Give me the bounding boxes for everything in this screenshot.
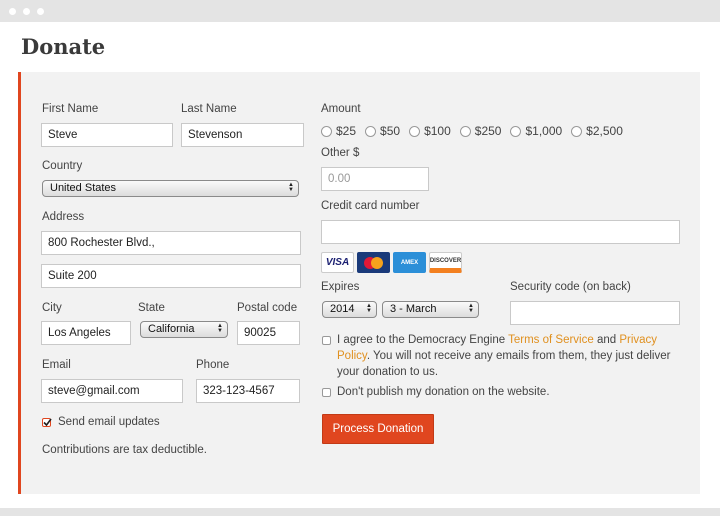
page-title: Donate xyxy=(21,34,106,59)
radio-icon xyxy=(409,125,421,137)
no-publish-checkbox[interactable] xyxy=(322,388,331,397)
radio-icon xyxy=(571,125,583,137)
expires-month-select[interactable]: 3 - March ▲ ▼ xyxy=(382,301,479,318)
visa-card-icon: VISA xyxy=(321,252,354,273)
amount-option-label: $50 xyxy=(380,124,401,138)
city-field[interactable]: Los Angeles xyxy=(41,321,131,345)
amount-option-100[interactable]: $100 xyxy=(409,124,451,138)
terms-of-service-link[interactable]: Terms of Service xyxy=(508,334,594,346)
window-titlebar xyxy=(0,0,720,22)
discover-card-icon: DISCOVER xyxy=(429,252,462,273)
credit-card-field[interactable] xyxy=(321,220,680,244)
phone-field[interactable]: 323-123-4567 xyxy=(196,379,300,403)
amount-option-label: $25 xyxy=(336,124,357,138)
amount-option-label: $2,500 xyxy=(586,124,623,138)
select-arrows-icon: ▲ ▼ xyxy=(468,303,474,314)
radio-icon xyxy=(365,125,377,137)
other-amount-label: Other $ xyxy=(321,147,360,159)
send-updates-checkbox[interactable] xyxy=(42,418,52,427)
expires-year-select[interactable]: 2014 ▲ ▼ xyxy=(322,301,377,318)
city-label: City xyxy=(42,302,62,314)
amount-label: Amount xyxy=(321,103,361,115)
first-name-label: First Name xyxy=(42,103,99,115)
select-arrows-icon: ▲ ▼ xyxy=(288,182,294,193)
country-select[interactable]: United States ▲ ▼ xyxy=(42,180,299,197)
security-code-field[interactable] xyxy=(510,301,680,325)
country-label: Country xyxy=(42,160,83,172)
amount-option-label: $100 xyxy=(424,124,451,138)
expires-year-value: 2014 xyxy=(330,303,355,315)
first-name-field[interactable]: Steve xyxy=(41,123,173,147)
select-arrows-icon: ▲ ▼ xyxy=(217,323,223,334)
address-label: Address xyxy=(42,211,85,223)
agree-and: and xyxy=(593,334,620,346)
window-dot-icon[interactable] xyxy=(37,8,44,15)
radio-icon xyxy=(459,125,471,137)
checkmark-icon xyxy=(43,418,52,427)
amount-option-label: $1,000 xyxy=(525,124,563,138)
other-amount-field[interactable]: 0.00 xyxy=(321,167,429,191)
amount-option-25[interactable]: $25 xyxy=(321,124,356,138)
agree-prefix: I agree to the Democracy Engine xyxy=(337,334,509,346)
phone-label: Phone xyxy=(196,359,230,371)
amex-card-icon: AMEX xyxy=(393,252,426,273)
credit-card-label: Credit card number xyxy=(321,200,420,212)
state-select-value: California xyxy=(148,323,195,335)
amount-option-2500[interactable]: $2,500 xyxy=(571,124,623,138)
address-line1-field[interactable]: 800 Rochester Blvd., xyxy=(41,231,301,255)
no-publish-label: Don't publish my donation on the website… xyxy=(337,386,550,398)
window-dot-icon[interactable] xyxy=(23,8,30,15)
last-name-label: Last Name xyxy=(181,103,237,115)
radio-icon xyxy=(321,125,332,137)
send-updates-label: Send email updates xyxy=(58,416,160,428)
amount-option-label: $250 xyxy=(474,124,502,138)
window-bottom-bar xyxy=(0,508,720,516)
amount-radio-group: $25 $50 $100 $250 $1,000 $2,500 xyxy=(321,124,632,138)
radio-icon xyxy=(510,125,522,137)
window-dot-icon[interactable] xyxy=(9,8,16,15)
mastercard-icon xyxy=(357,252,390,273)
security-code-label: Security code (on back) xyxy=(510,281,631,293)
postal-code-field[interactable]: 90025 xyxy=(237,321,300,345)
amount-option-50[interactable]: $50 xyxy=(365,124,400,138)
select-arrows-icon: ▲ ▼ xyxy=(366,303,372,314)
address-line2-field[interactable]: Suite 200 xyxy=(41,264,301,288)
process-donation-button[interactable]: Process Donation xyxy=(322,414,434,444)
accepted-cards: VISA AMEX DISCOVER xyxy=(321,252,465,273)
email-field[interactable]: steve@gmail.com xyxy=(41,379,183,403)
expires-month-value: 3 - March xyxy=(390,303,437,315)
postal-code-label: Postal code xyxy=(237,302,298,314)
amount-option-1000[interactable]: $1,000 xyxy=(510,124,562,138)
email-label: Email xyxy=(42,359,71,371)
expires-label: Expires xyxy=(321,281,360,293)
amount-option-250[interactable]: $250 xyxy=(459,124,502,138)
state-label: State xyxy=(138,302,165,314)
agree-suffix: . You will not receive any emails from t… xyxy=(337,350,671,378)
agree-terms-text: I agree to the Democracy Engine Terms of… xyxy=(337,332,687,380)
agree-terms-checkbox[interactable] xyxy=(322,336,331,345)
tax-deductible-note: Contributions are tax deductible. xyxy=(42,444,207,456)
browser-window: Donate First Name Steve Last Name Steven… xyxy=(0,0,720,516)
country-select-value: United States xyxy=(50,182,117,194)
last-name-field[interactable]: Stevenson xyxy=(181,123,304,147)
state-select[interactable]: California ▲ ▼ xyxy=(140,321,228,338)
